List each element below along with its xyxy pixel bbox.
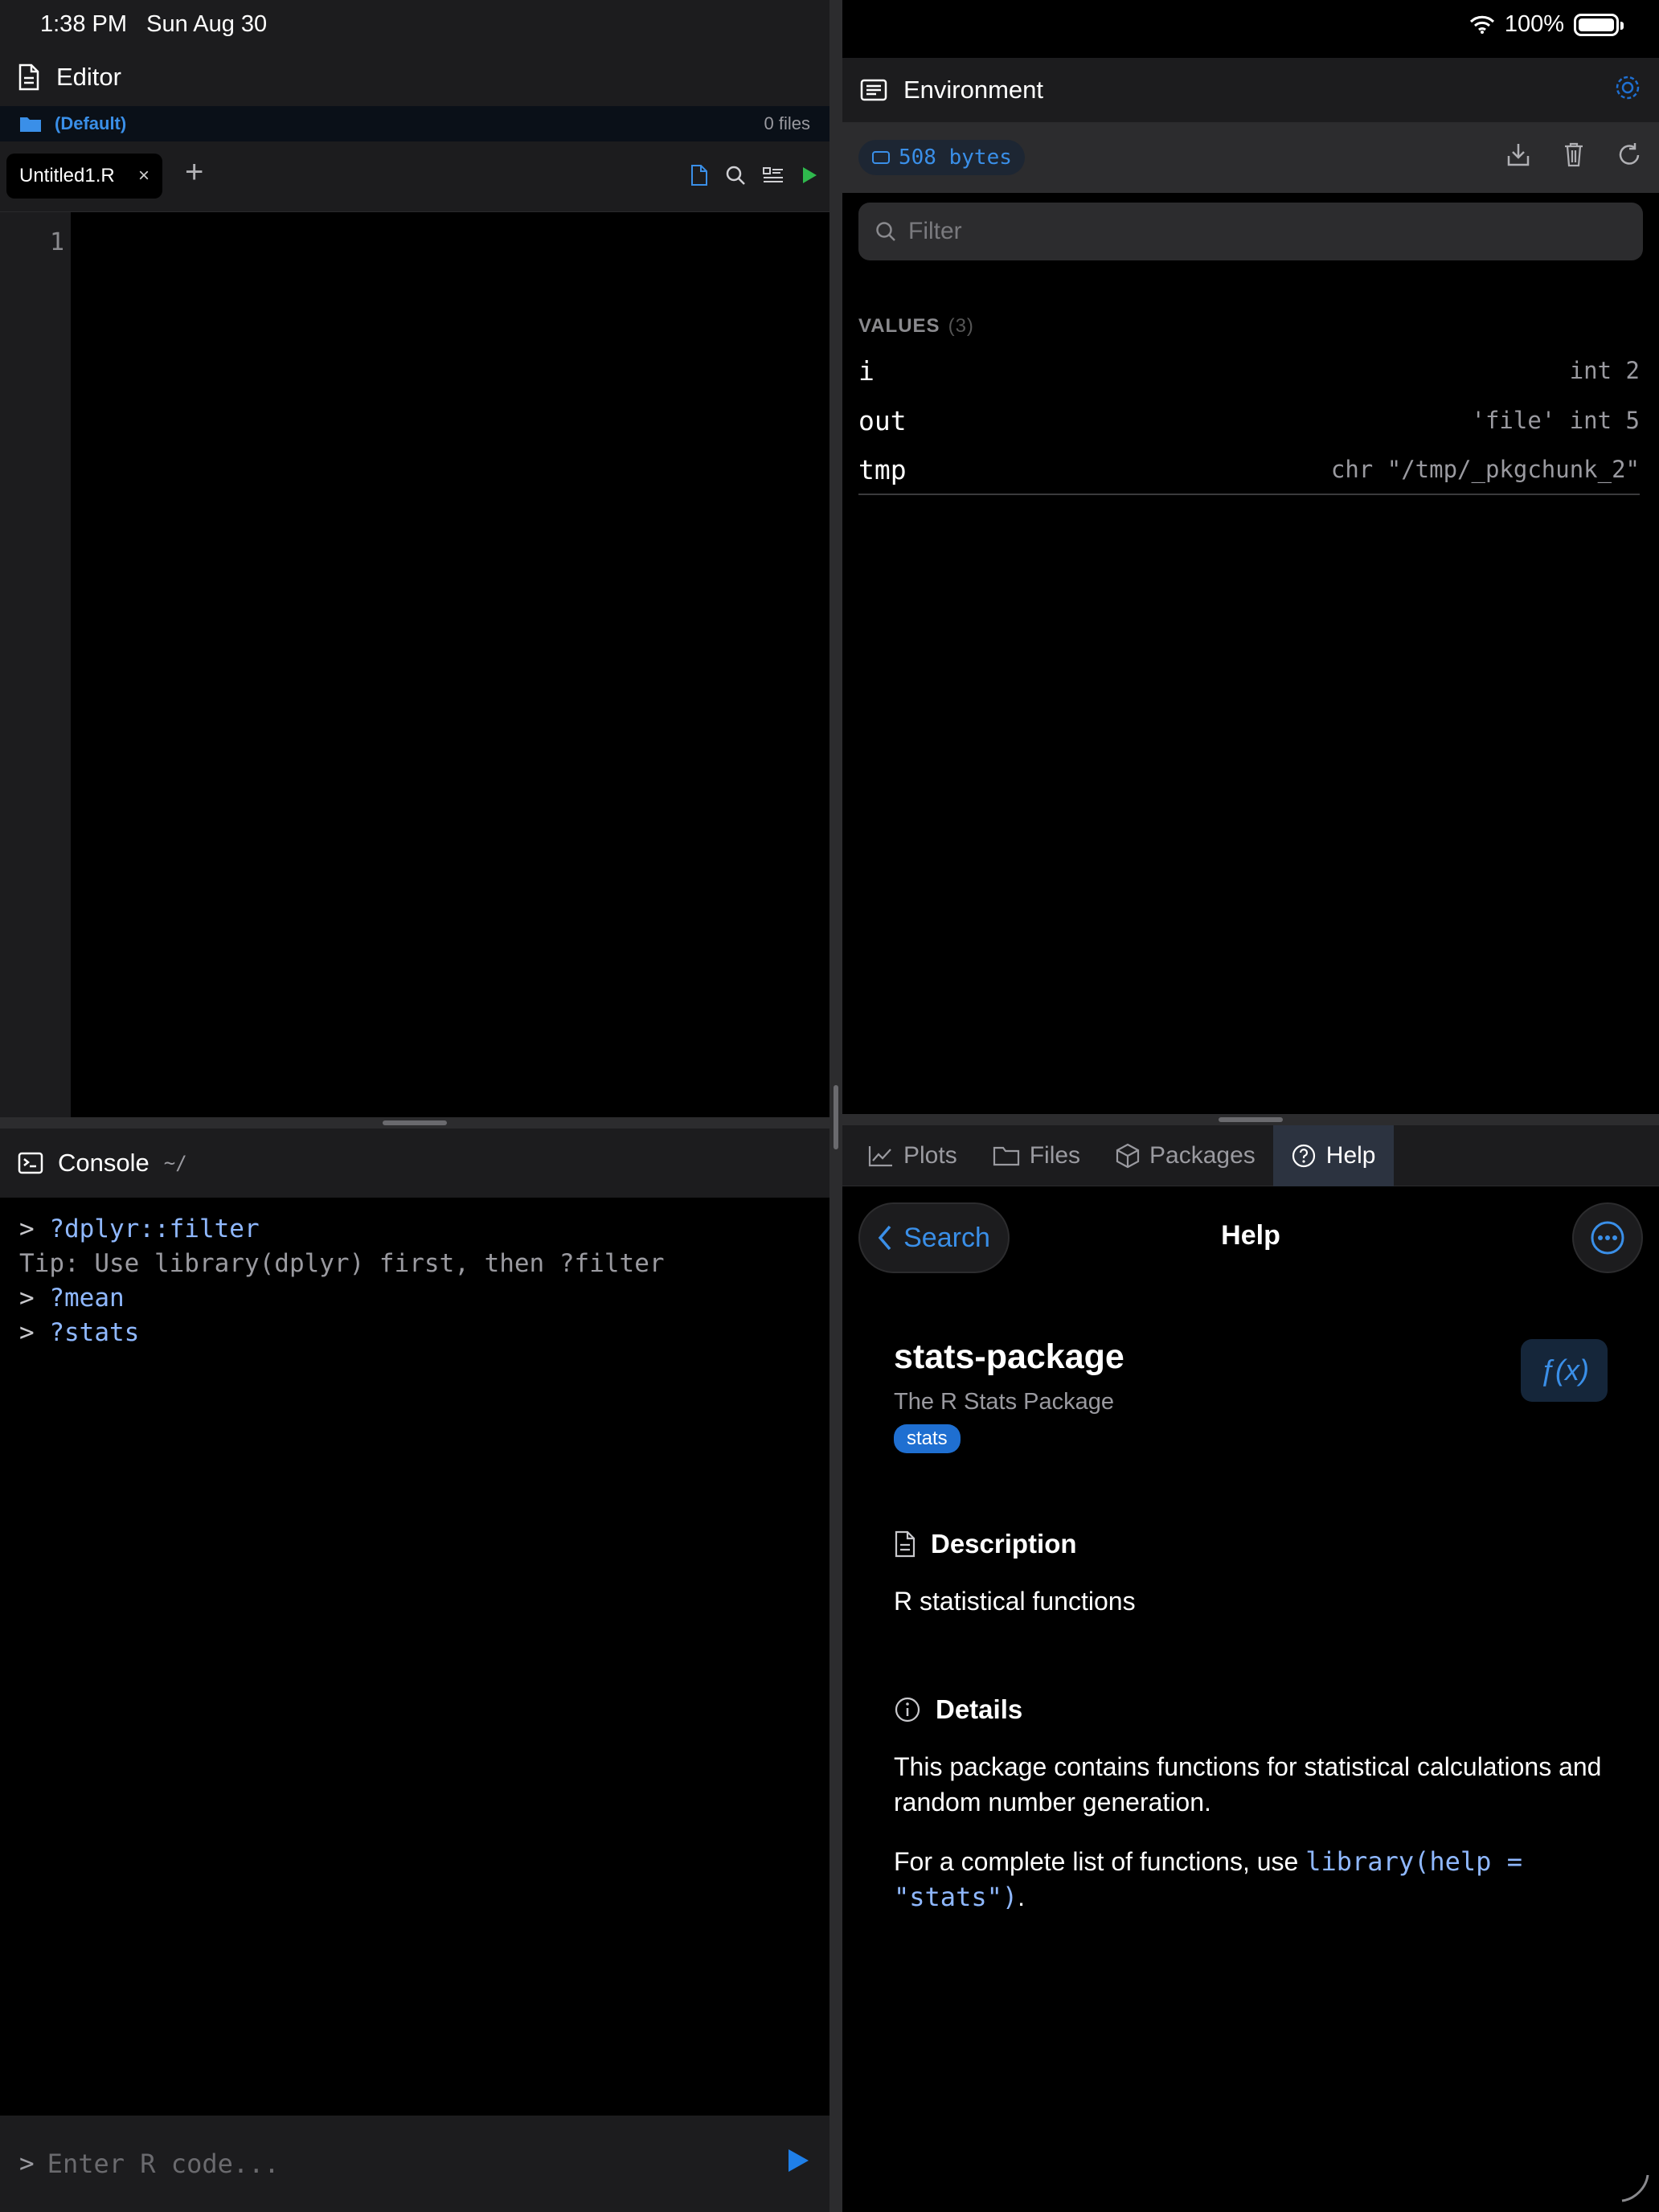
editor-header: Editor xyxy=(0,48,830,106)
memory-badge: 508 bytes xyxy=(858,140,1025,175)
wifi-icon xyxy=(1469,15,1495,35)
memory-icon xyxy=(871,150,891,165)
environment-list: i int 2 out 'file' int 5 tmp chr "/tmp/_… xyxy=(858,346,1640,495)
env-row[interactable]: i int 2 xyxy=(858,346,1640,395)
search-icon xyxy=(875,220,897,243)
env-row[interactable]: out 'file' int 5 xyxy=(858,395,1640,445)
refresh-icon[interactable] xyxy=(1617,141,1641,167)
console-input-bar: > xyxy=(0,2116,830,2212)
folder-icon xyxy=(993,1145,1020,1166)
chart-line-icon xyxy=(868,1145,894,1167)
variable-value: chr "/tmp/_pkgchunk_2" xyxy=(1330,456,1640,483)
variable-name: out xyxy=(858,404,907,436)
variable-value: 'file' int 5 xyxy=(1471,407,1640,434)
tab-help[interactable]: Help xyxy=(1272,1125,1394,1186)
console-line: > ?stats xyxy=(19,1318,140,1347)
help-pane: Search Help stats-package The R Stats Pa… xyxy=(842,1186,1659,2212)
vertical-grip[interactable] xyxy=(834,1085,838,1149)
more-circle-icon xyxy=(1590,1220,1625,1256)
editor-tab-bar: Untitled1.R × + xyxy=(0,141,830,212)
package-subtitle: The R Stats Package xyxy=(894,1389,1115,1415)
tab-untitled1[interactable]: Untitled1.R × xyxy=(6,154,162,199)
console-title: Console xyxy=(58,1149,150,1177)
console-line: > ?mean xyxy=(19,1284,125,1313)
format-list-icon[interactable] xyxy=(762,166,784,185)
details-text: This package contains functions for stat… xyxy=(894,1752,1602,1817)
input-prompt: > xyxy=(19,2149,35,2178)
split-grip-left[interactable] xyxy=(383,1120,447,1125)
function-list-button[interactable]: ƒ(x) xyxy=(1521,1339,1608,1402)
import-icon[interactable] xyxy=(1506,141,1530,167)
filter-field[interactable] xyxy=(858,203,1643,260)
environment-header: Environment xyxy=(842,58,1659,122)
package-title: stats-package xyxy=(894,1337,1124,1376)
project-name[interactable]: (Default) xyxy=(55,113,126,134)
code-editor[interactable] xyxy=(71,212,830,1117)
new-file-icon[interactable] xyxy=(690,164,709,186)
more-options-button[interactable] xyxy=(1572,1202,1643,1273)
environment-toolbar: 508 bytes xyxy=(842,122,1659,193)
environment-tools xyxy=(1506,141,1641,167)
tab-label: Untitled1.R xyxy=(19,165,115,186)
question-circle-icon xyxy=(1291,1143,1317,1169)
close-icon[interactable]: × xyxy=(138,165,150,187)
editor-toolbar xyxy=(690,164,818,186)
console-output: > ?dplyr::filter Tip: Use library(dplyr)… xyxy=(0,1198,830,2116)
filter-input[interactable] xyxy=(908,218,1616,245)
tab-packages[interactable]: Packages xyxy=(1098,1125,1273,1186)
file-count: 0 files xyxy=(764,113,810,133)
add-tab-button[interactable]: + xyxy=(185,154,203,190)
info-icon xyxy=(894,1696,921,1723)
resize-corner-icon[interactable] xyxy=(1619,2172,1651,2204)
console-line: Tip: Use library(dplyr) first, then ?fil… xyxy=(19,1249,665,1278)
console-line: > ?dplyr::filter xyxy=(19,1215,260,1243)
line-number: 1 xyxy=(49,228,64,256)
description-text: R statistical functions xyxy=(894,1587,1136,1616)
line-gutter: 1 xyxy=(0,212,71,1117)
status-bar-time: 1:38 PM Sun Aug 30 xyxy=(40,11,268,37)
project-bar[interactable]: (Default) 0 files xyxy=(0,106,830,141)
battery-icon xyxy=(1574,13,1624,36)
tab-plots[interactable]: Plots xyxy=(850,1125,975,1186)
environment-title: Environment xyxy=(903,76,1044,104)
folder-icon xyxy=(19,115,42,133)
tab-files[interactable]: Files xyxy=(975,1125,1098,1186)
env-row[interactable]: tmp chr "/tmp/_pkgchunk_2" xyxy=(858,445,1640,495)
battery-percent: 100% xyxy=(1504,11,1564,37)
description-heading: Description xyxy=(894,1529,1077,1559)
bottom-tab-bar: Plots Files Packages Help xyxy=(842,1125,1659,1186)
document-icon xyxy=(18,63,40,91)
package-badge[interactable]: stats xyxy=(894,1424,961,1453)
list-icon xyxy=(860,79,887,101)
variable-name: tmp xyxy=(858,453,907,485)
package-icon xyxy=(1116,1143,1140,1169)
help-title: Help xyxy=(1221,1220,1280,1251)
editor-title: Editor xyxy=(56,63,121,91)
run-icon[interactable] xyxy=(786,2148,810,2173)
run-icon[interactable] xyxy=(801,166,818,185)
trash-icon[interactable] xyxy=(1563,141,1585,167)
details-heading: Details xyxy=(894,1694,1022,1725)
values-count: (3) xyxy=(948,315,974,337)
console-path: ~/ xyxy=(163,1152,187,1174)
console-input[interactable] xyxy=(47,2149,755,2179)
gear-icon[interactable] xyxy=(1614,74,1641,101)
status-indicators: 100% xyxy=(1469,11,1624,38)
split-grip-right[interactable] xyxy=(1219,1117,1283,1122)
variable-name: i xyxy=(858,354,875,387)
details-usage-text: For a complete list of functions, use li… xyxy=(894,1846,1522,1912)
variable-value: int 2 xyxy=(1569,357,1640,384)
values-header: VALUES (3) xyxy=(858,315,974,337)
search-icon[interactable] xyxy=(725,165,746,186)
terminal-icon xyxy=(18,1152,43,1174)
console-header: Console ~/ xyxy=(0,1129,830,1198)
document-icon xyxy=(894,1530,916,1558)
